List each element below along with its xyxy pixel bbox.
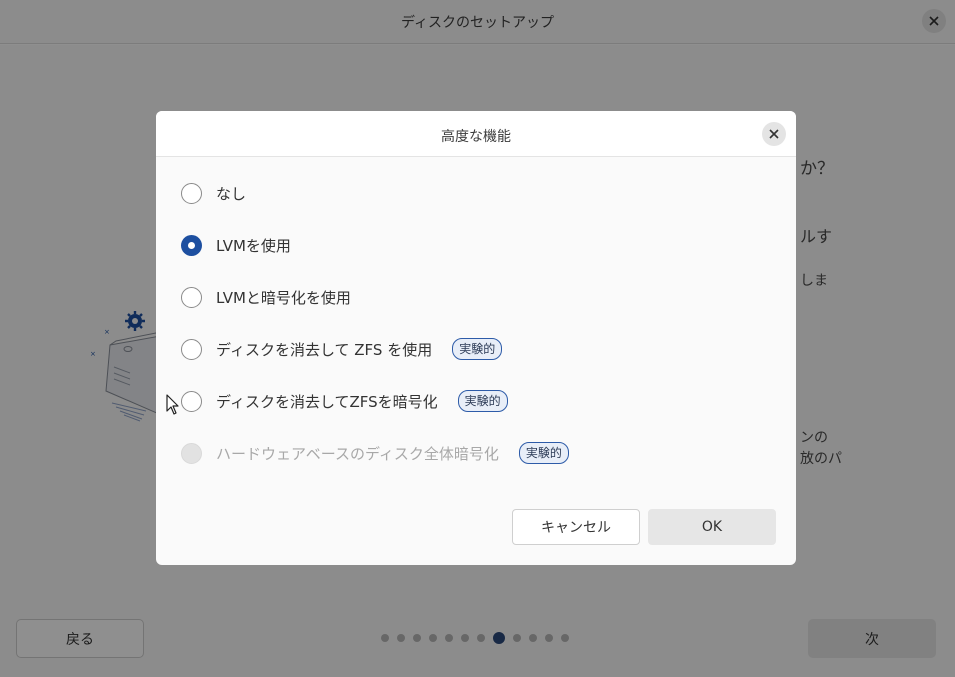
- option-lvm-encryption[interactable]: LVMと暗号化を使用: [181, 285, 351, 309]
- experimental-badge: 実験的: [518, 442, 569, 464]
- option-none[interactable]: なし: [181, 181, 246, 205]
- radio-button-checked[interactable]: [181, 234, 202, 256]
- ok-button[interactable]: OK: [648, 509, 776, 545]
- option-erase-zfs[interactable]: ディスクを消去して ZFS を使用 実験的: [181, 337, 503, 361]
- radio-button-disabled: [181, 442, 202, 464]
- dialog-close-button[interactable]: [762, 122, 786, 146]
- mouse-cursor-icon: [166, 394, 179, 415]
- option-erase-zfs-encryption[interactable]: ディスクを消去してZFSを暗号化 実験的: [181, 389, 508, 413]
- radio-button[interactable]: [181, 338, 202, 360]
- experimental-badge: 実験的: [452, 338, 503, 360]
- dialog-title: 高度な機能: [441, 129, 511, 145]
- option-label: ディスクを消去してZFSを暗号化: [216, 392, 438, 411]
- option-lvm[interactable]: LVMを使用: [181, 233, 291, 257]
- experimental-badge: 実験的: [457, 390, 508, 412]
- option-label: ディスクを消去して ZFS を使用: [216, 340, 433, 359]
- option-label: LVMと暗号化を使用: [216, 288, 351, 307]
- option-label: ハードウェアベースのディスク全体暗号化: [216, 444, 499, 463]
- close-icon: [769, 129, 779, 139]
- radio-button[interactable]: [181, 182, 202, 204]
- advanced-features-dialog: 高度な機能 なし LVMを使用 LVMと暗号化を使用 ディスクを消去して ZFS…: [156, 111, 796, 565]
- option-label: LVMを使用: [216, 236, 291, 255]
- option-label: なし: [216, 184, 247, 203]
- dialog-header: 高度な機能: [156, 111, 796, 157]
- radio-button[interactable]: [181, 286, 202, 308]
- radio-button[interactable]: [181, 390, 202, 412]
- cancel-button[interactable]: キャンセル: [512, 509, 640, 545]
- option-hardware-encryption: ハードウェアベースのディスク全体暗号化 実験的: [181, 441, 569, 465]
